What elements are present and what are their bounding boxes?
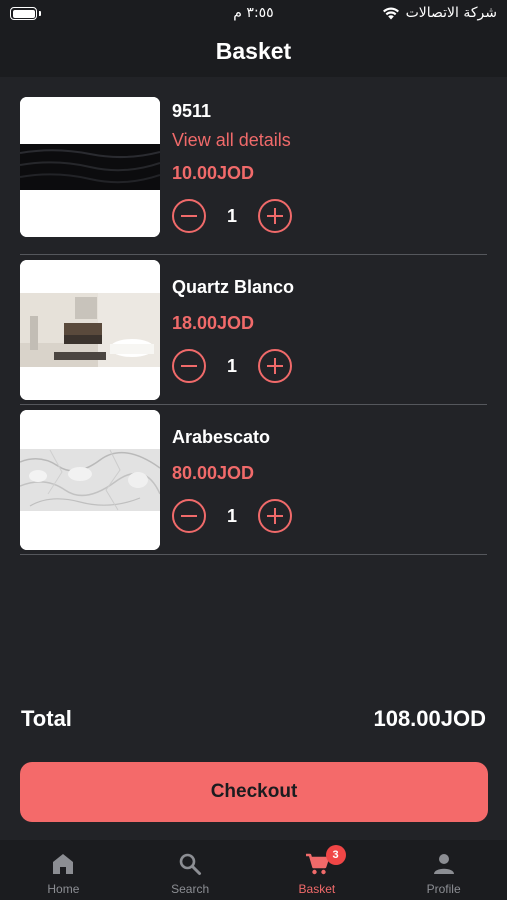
basket-item: Arabescato 80.00JOD 1 bbox=[20, 410, 487, 555]
view-details-link[interactable]: View all details bbox=[172, 130, 291, 151]
search-icon bbox=[179, 853, 202, 875]
home-icon bbox=[53, 854, 74, 874]
person-icon bbox=[433, 854, 454, 874]
tab-label: Home bbox=[47, 882, 80, 896]
decrease-button[interactable] bbox=[172, 349, 206, 383]
product-price: 10.00JOD bbox=[172, 163, 255, 183]
status-bar: ٣:٥٥ م شركة الاتصالات bbox=[0, 0, 507, 28]
product-name[interactable]: Arabescato bbox=[172, 427, 270, 448]
product-name[interactable]: 9511 bbox=[172, 101, 211, 122]
checkout-button[interactable]: Checkout bbox=[20, 762, 488, 822]
decrease-button[interactable] bbox=[172, 499, 206, 533]
carrier-name: شركة الاتصالات bbox=[405, 5, 497, 21]
increase-button[interactable] bbox=[258, 199, 292, 233]
bathroom-image bbox=[20, 260, 160, 400]
product-image[interactable] bbox=[20, 97, 160, 237]
tab-label: Search bbox=[171, 882, 210, 896]
basket-item: Quartz Blanco 18.00JOD 1 bbox=[20, 260, 487, 405]
quantity-stepper: 1 bbox=[172, 499, 292, 533]
product-name[interactable]: Quartz Blanco bbox=[172, 277, 294, 298]
product-image[interactable] bbox=[20, 260, 160, 400]
basket-item: 9511 View all details 10.00JOD 1 bbox=[20, 97, 487, 255]
bottom-tab-bar: Home Search 3 Basket Profile bbox=[0, 840, 507, 900]
tab-profile[interactable]: Profile bbox=[380, 840, 507, 900]
product-price: 80.00JOD bbox=[172, 463, 255, 483]
tab-label: Profile bbox=[426, 882, 461, 896]
minus-icon bbox=[181, 514, 197, 517]
increase-button[interactable] bbox=[258, 349, 292, 383]
product-price: 18.00JOD bbox=[172, 313, 255, 333]
tab-basket[interactable]: 3 Basket bbox=[254, 840, 381, 900]
quantity-value: 1 bbox=[226, 205, 237, 226]
minus-icon bbox=[181, 214, 197, 217]
marble-image bbox=[20, 410, 160, 550]
increase-button[interactable] bbox=[258, 499, 292, 533]
tab-search[interactable]: Search bbox=[127, 840, 254, 900]
total-label: Total bbox=[21, 706, 72, 731]
minus-icon bbox=[181, 364, 197, 367]
carrier-info: شركة الاتصالات bbox=[382, 5, 497, 21]
tab-label: Basket bbox=[298, 882, 336, 896]
product-image[interactable] bbox=[20, 410, 160, 550]
black-tile-image bbox=[20, 97, 160, 237]
page-title: Basket bbox=[215, 38, 292, 64]
cart-count-badge: 3 bbox=[325, 845, 346, 865]
tab-home[interactable]: Home bbox=[0, 840, 127, 900]
decrease-button[interactable] bbox=[172, 199, 206, 233]
quantity-value: 1 bbox=[226, 355, 237, 376]
quantity-value: 1 bbox=[226, 505, 237, 526]
quantity-stepper: 1 bbox=[172, 199, 292, 233]
quantity-stepper: 1 bbox=[172, 349, 292, 383]
wifi-icon bbox=[382, 7, 399, 20]
total-value: 108.00JOD bbox=[373, 706, 486, 731]
top-bar: ٣:٥٥ م شركة الاتصالات Basket bbox=[0, 0, 507, 77]
